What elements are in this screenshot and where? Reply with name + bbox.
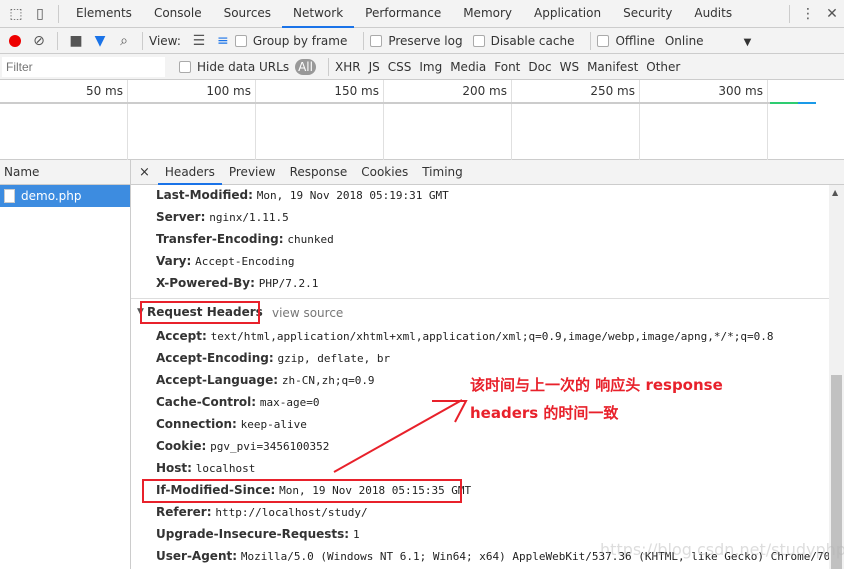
annotation-line-2: headers 的时间一致 (470, 404, 619, 422)
arrow-head (432, 400, 468, 423)
arrow-line (333, 399, 463, 473)
watermark: https://blog.csdn.net/studyphp123 (600, 540, 844, 559)
annotation-line-1: 该时间与上一次的 响应头 response (470, 376, 723, 394)
annotation-arrow (333, 399, 468, 473)
